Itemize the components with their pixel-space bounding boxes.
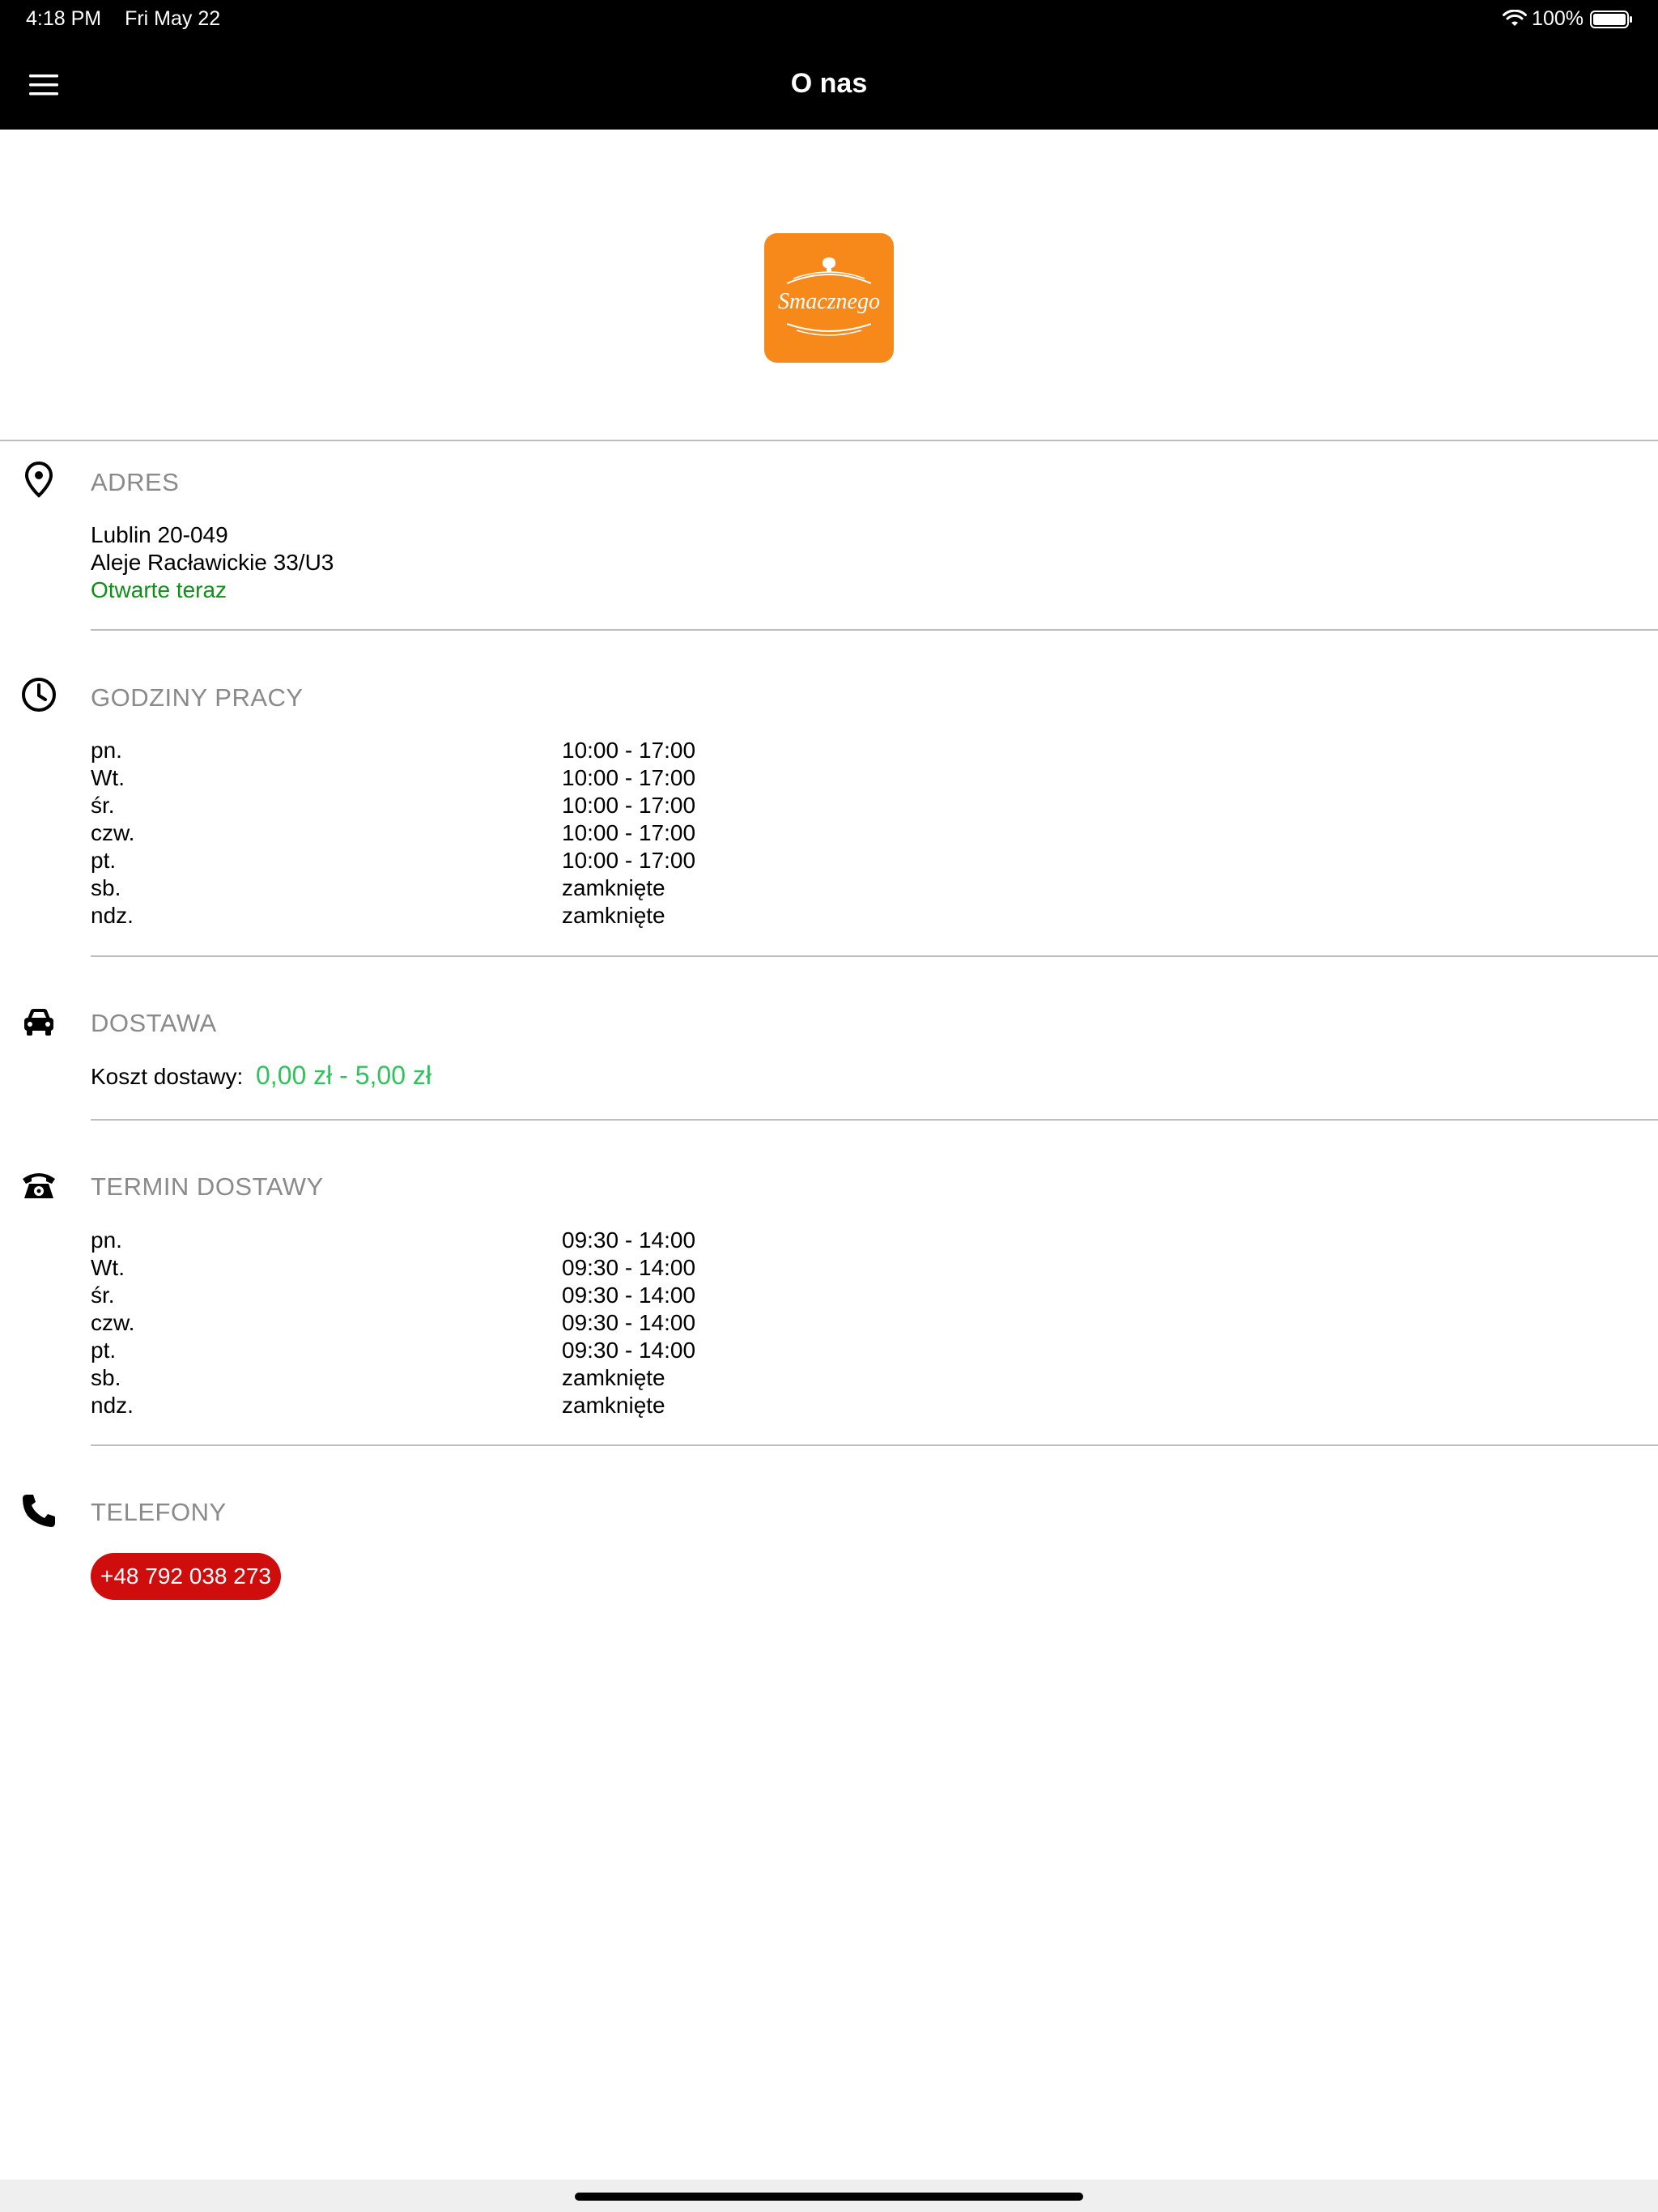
time-value: 09:30 - 14:00 (562, 1283, 696, 1308)
status-date: Fri May 22 (125, 7, 221, 30)
hours-row: pn. 10:00 - 17:00 (91, 737, 819, 764)
wifi-icon (1503, 9, 1528, 26)
restaurant-logo: Smacznego (764, 233, 894, 363)
time-value: 09:30 - 14:00 (562, 1227, 696, 1253)
day-label: sb. (91, 875, 121, 900)
day-label: sb. (91, 1365, 121, 1390)
opening-hours-title: GODZINY PRACY (91, 683, 304, 712)
day-label: śr. (91, 793, 115, 818)
divider (91, 1444, 1658, 1446)
hours-row: śr. 10:00 - 17:00 (91, 792, 819, 819)
time-value: 10:00 - 17:00 (562, 765, 696, 790)
day-label: czw. (91, 820, 135, 845)
clock-icon (22, 678, 56, 712)
time-value: 10:00 - 17:00 (562, 793, 696, 818)
day-label: czw. (91, 1310, 135, 1335)
day-label: pt. (91, 1338, 117, 1363)
delivery-fee-label: Koszt dostawy: (91, 1064, 244, 1089)
hours-row: sb. zamknięte (91, 874, 819, 902)
time-value: 10:00 - 17:00 (562, 738, 696, 763)
rotary-phone-icon (23, 1173, 55, 1198)
time-value: zamknięte (562, 903, 665, 928)
delivery-times-table: pn. 09:30 - 14:00 Wt. 09:30 - 14:00 śr. 09:… (91, 1227, 819, 1419)
time-value: zamknięte (562, 1365, 665, 1390)
day-label: śr. (91, 1283, 115, 1308)
status-bar: 4:18 PM Fri May 22 100% (0, 0, 1658, 37)
page-title: O nas (790, 68, 868, 99)
hours-row: pt. 10:00 - 17:00 (91, 847, 819, 874)
divider (0, 440, 1658, 441)
day-label: pn. (91, 738, 122, 763)
hours-row: ndz. zamknięte (91, 902, 819, 929)
hours-row: ndz. zamknięte (91, 1392, 819, 1419)
time-value: zamknięte (562, 1393, 665, 1418)
status-time: 4:18 PM (26, 7, 102, 30)
hours-row: czw. 09:30 - 14:00 (91, 1309, 819, 1337)
time-value: zamknięte (562, 875, 665, 900)
car-icon (24, 1009, 53, 1036)
divider (91, 629, 1658, 631)
hours-row: śr. 09:30 - 14:00 (91, 1282, 819, 1309)
phones-title: TELEFONY (91, 1498, 227, 1526)
home-indicator[interactable] (575, 2193, 1083, 2201)
phone-number-button[interactable]: +48 792 038 273 (91, 1553, 281, 1600)
hours-row: pt. 09:30 - 14:00 (91, 1337, 819, 1364)
address-title: ADRES (91, 468, 180, 496)
day-label: pt. (91, 848, 117, 873)
time-value: 10:00 - 17:00 (562, 820, 696, 845)
time-value: 10:00 - 17:00 (562, 848, 696, 873)
logo-text: Smacznego (778, 289, 880, 314)
delivery-times-title: TERMIN DOSTAWY (91, 1172, 324, 1201)
day-label: ndz. (91, 903, 134, 928)
hours-row: Wt. 10:00 - 17:00 (91, 764, 819, 792)
day-label: Wt. (91, 1255, 125, 1280)
phone-handset-icon (23, 1495, 55, 1527)
hours-row: sb. zamknięte (91, 1364, 819, 1392)
day-label: Wt. (91, 765, 125, 790)
battery-percent: 100% (1532, 7, 1584, 30)
open-status: Otwarte teraz (91, 577, 227, 602)
day-label: ndz. (91, 1393, 134, 1418)
day-label: pn. (91, 1227, 122, 1253)
opening-hours-table: pn. 10:00 - 17:00 Wt. 10:00 - 17:00 śr. 10:… (91, 737, 819, 929)
location-pin-icon (24, 461, 53, 498)
time-value: 09:30 - 14:00 (562, 1310, 696, 1335)
hours-row: czw. 10:00 - 17:00 (91, 819, 819, 847)
delivery-title: DOSTAWA (91, 1009, 217, 1037)
divider (91, 955, 1658, 957)
hours-row: pn. 09:30 - 14:00 (91, 1227, 819, 1254)
address-line2: Aleje Racławickie 33/U3 (91, 550, 334, 575)
time-value: 09:30 - 14:00 (562, 1338, 696, 1363)
battery-icon (1590, 10, 1632, 28)
time-value: 09:30 - 14:00 (562, 1255, 696, 1280)
divider (91, 1119, 1658, 1121)
address-line1: Lublin 20-049 (91, 522, 228, 547)
delivery-fee-value: 0,00 zł - 5,00 zł (256, 1061, 432, 1090)
hours-row: Wt. 09:30 - 14:00 (91, 1254, 819, 1282)
navigation-bar: O nas (0, 37, 1658, 130)
